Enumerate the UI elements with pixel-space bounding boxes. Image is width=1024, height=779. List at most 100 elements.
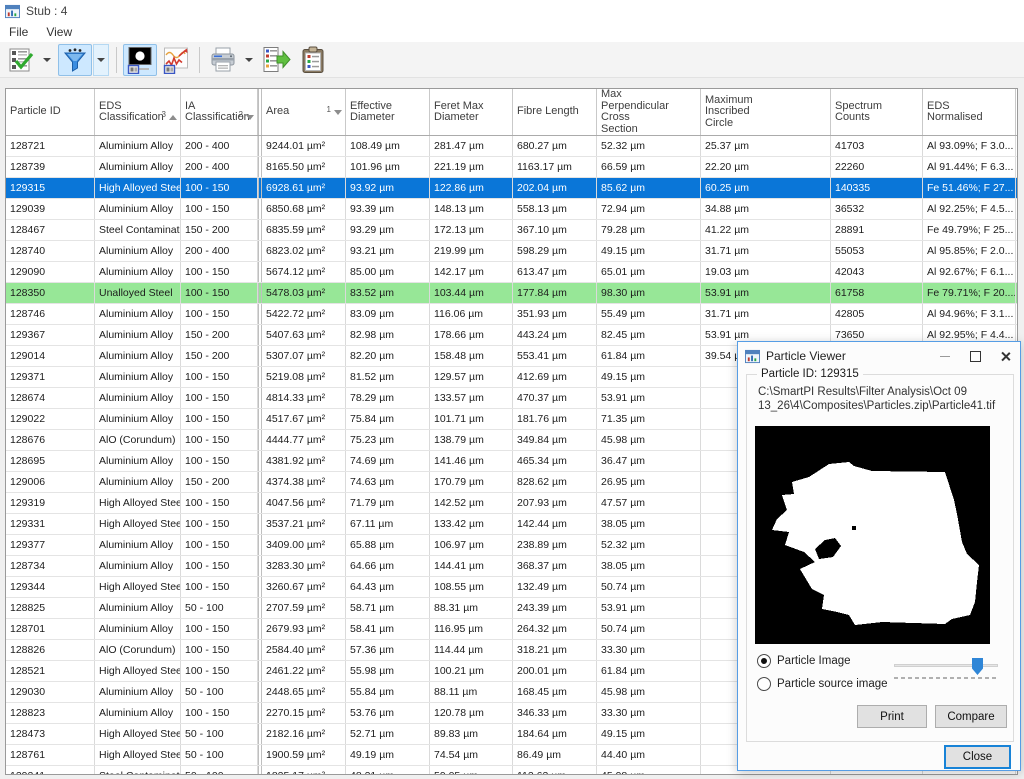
cell-max_perpendicular_cross_section: 45.98 µm — [597, 682, 701, 702]
cell-particle_id: 129319 — [6, 493, 95, 513]
cell-max_perpendicular_cross_section: 61.84 µm — [597, 346, 701, 366]
column-label: EDS Classification — [99, 101, 164, 124]
cell-fibre_length: 1163.17 µm — [513, 157, 597, 177]
column-header-eds_normalised[interactable]: EDS Normalised — [923, 89, 1016, 135]
cell-eds_classification: Aluminium Alloy — [95, 136, 181, 156]
table-row[interactable]: 129315High Alloyed Steel100 - 1506928.61… — [6, 178, 1017, 199]
cell-effective_diameter: 49.19 µm — [346, 745, 430, 765]
column-header-particle_id[interactable]: Particle ID — [6, 89, 95, 135]
cell-ia_classification: 150 - 200 — [181, 472, 258, 492]
cell-spectrum_counts: 28891 — [831, 220, 923, 240]
close-window-button[interactable] — [990, 344, 1020, 368]
copy-to-clipboard-button[interactable] — [296, 44, 330, 76]
minimize-button[interactable] — [930, 344, 960, 368]
cell-fibre_length: 558.13 µm — [513, 199, 597, 219]
cell-eds_classification: Aluminium Alloy — [95, 409, 181, 429]
particle-groupbox: Particle ID: 129315 C:\SmartPI Results\F… — [746, 374, 1014, 742]
column-label: Particle ID — [10, 106, 61, 118]
dialog-titlebar[interactable]: Particle Viewer — [738, 342, 1020, 370]
print-dialog-button[interactable]: Print — [857, 705, 927, 728]
cell-ia_classification: 100 - 150 — [181, 262, 258, 282]
cell-eds_classification: Aluminium Alloy — [95, 262, 181, 282]
cell-feret_max_diameter: 144.41 µm — [430, 556, 513, 576]
column-header-effective_diameter[interactable]: Effective Diameter — [346, 89, 430, 135]
cell-particle_id: 129331 — [6, 514, 95, 534]
menu-file[interactable]: File — [0, 23, 37, 41]
filter-dropdown[interactable] — [93, 44, 109, 76]
slider-thumb[interactable] — [972, 658, 983, 675]
cell-particle_id: 129377 — [6, 535, 95, 555]
column-label: Area — [266, 106, 289, 118]
cell-max_perpendicular_cross_section: 82.45 µm — [597, 325, 701, 345]
column-header-maximum_inscribed_circle[interactable]: Maximum Inscribed Circle — [701, 89, 831, 135]
column-header-fibre_length[interactable]: Fibre Length — [513, 89, 597, 135]
particle-id-label: Particle ID: 129315 — [757, 368, 863, 380]
column-label: EDS Normalised — [927, 101, 983, 124]
cell-area: 4444.77 µm² — [258, 430, 346, 450]
column-header-ia_classification[interactable]: IA Classification2 — [181, 89, 258, 135]
export-button[interactable] — [260, 44, 294, 76]
cell-fibre_length: 465.34 µm — [513, 451, 597, 471]
column-header-feret_max_diameter[interactable]: Feret Max Diameter — [430, 89, 513, 135]
printer-icon — [208, 46, 238, 74]
cell-effective_diameter: 93.21 µm — [346, 241, 430, 261]
cell-area: 5422.72 µm² — [258, 304, 346, 324]
cell-max_perpendicular_cross_section: 55.49 µm — [597, 304, 701, 324]
cell-max_perpendicular_cross_section: 49.15 µm — [597, 241, 701, 261]
cell-ia_classification: 50 - 100 — [181, 724, 258, 744]
cell-feret_max_diameter: 116.06 µm — [430, 304, 513, 324]
cell-feret_max_diameter: 172.13 µm — [430, 220, 513, 240]
column-header-spectrum_counts[interactable]: Spectrum Counts — [831, 89, 923, 135]
cell-maximum_inscribed_circle: 34.88 µm — [701, 199, 831, 219]
column-header-max_perpendicular_cross_section[interactable]: Max Perpendicular Cross Section — [597, 89, 701, 135]
column-header-eds_classification[interactable]: EDS Classification3 — [95, 89, 181, 135]
close-button[interactable]: Close — [944, 745, 1011, 769]
column-header-area[interactable]: Area 1 — [258, 89, 346, 135]
cell-eds_classification: Aluminium Alloy — [95, 304, 181, 324]
particle-image-toggle[interactable] — [123, 44, 157, 76]
spectrum-toggle[interactable] — [159, 44, 193, 76]
report-options-button[interactable] — [4, 44, 38, 76]
cell-eds_classification: High Alloyed Steel — [95, 493, 181, 513]
cell-eds_classification: Aluminium Alloy — [95, 346, 181, 366]
cell-ia_classification: 150 - 200 — [181, 346, 258, 366]
table-row[interactable]: 129090Aluminium Alloy100 - 1505674.12 µm… — [6, 262, 1017, 283]
sort-indicator-icon: 1 — [327, 107, 342, 119]
table-row[interactable]: 128467Steel Contaminated150 - 2006835.59… — [6, 220, 1017, 241]
table-row[interactable]: 128740Aluminium Alloy200 - 4006823.02 µm… — [6, 241, 1017, 262]
table-row[interactable]: 128350Unalloyed Steel100 - 1505478.03 µm… — [6, 283, 1017, 304]
filter-button[interactable] — [58, 44, 92, 76]
cell-eds_classification: AlO (Corundum) — [95, 430, 181, 450]
report-options-dropdown[interactable] — [39, 44, 55, 76]
table-row[interactable]: 128721Aluminium Alloy200 - 4009244.01 µm… — [6, 136, 1017, 157]
column-label: Effective Diameter — [350, 101, 395, 124]
app-icon — [5, 4, 20, 19]
cell-spectrum_counts: 61758 — [831, 283, 923, 303]
cell-effective_diameter: 53.76 µm — [346, 703, 430, 723]
compare-button[interactable]: Compare — [935, 705, 1007, 728]
table-row[interactable]: 128739Aluminium Alloy200 - 4008165.50 µm… — [6, 157, 1017, 178]
cell-feret_max_diameter: 88.31 µm — [430, 598, 513, 618]
particle-image-view[interactable] — [755, 426, 990, 644]
cell-area: 2448.65 µm² — [258, 682, 346, 702]
cell-effective_diameter: 58.71 µm — [346, 598, 430, 618]
cell-particle_id: 128350 — [6, 283, 95, 303]
print-button[interactable] — [206, 44, 240, 76]
cell-ia_classification: 100 - 150 — [181, 577, 258, 597]
table-row[interactable]: 128746Aluminium Alloy100 - 1505422.72 µm… — [6, 304, 1017, 325]
image-zoom-slider[interactable] — [894, 656, 998, 682]
particle-source-image-radio[interactable]: Particle source image — [757, 677, 888, 691]
cell-effective_diameter: 82.98 µm — [346, 325, 430, 345]
cell-feret_max_diameter: 221.19 µm — [430, 157, 513, 177]
menu-view[interactable]: View — [37, 23, 81, 41]
maximize-button[interactable] — [960, 344, 990, 368]
print-dropdown[interactable] — [241, 44, 257, 76]
cell-fibre_length: 86.49 µm — [513, 745, 597, 765]
cell-fibre_length: 168.45 µm — [513, 682, 597, 702]
cell-feret_max_diameter: 74.54 µm — [430, 745, 513, 765]
particle-image-radio[interactable]: Particle Image — [757, 654, 851, 668]
table-row[interactable]: 129039Aluminium Alloy100 - 1506850.68 µm… — [6, 199, 1017, 220]
cell-max_perpendicular_cross_section: 38.05 µm — [597, 556, 701, 576]
cell-area: 9244.01 µm² — [258, 136, 346, 156]
window-titlebar: Stub : 4 — [0, 0, 1024, 22]
